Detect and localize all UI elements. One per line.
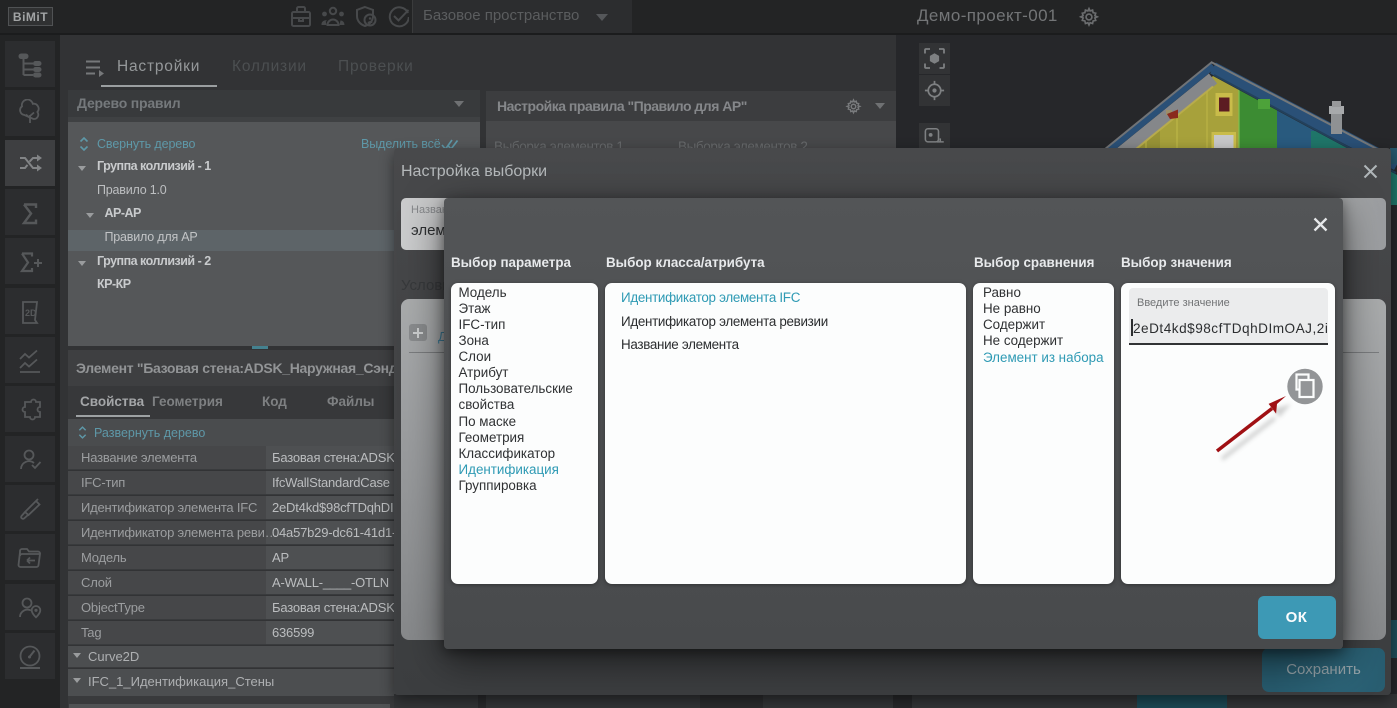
svg-text:2D: 2D <box>25 308 37 318</box>
